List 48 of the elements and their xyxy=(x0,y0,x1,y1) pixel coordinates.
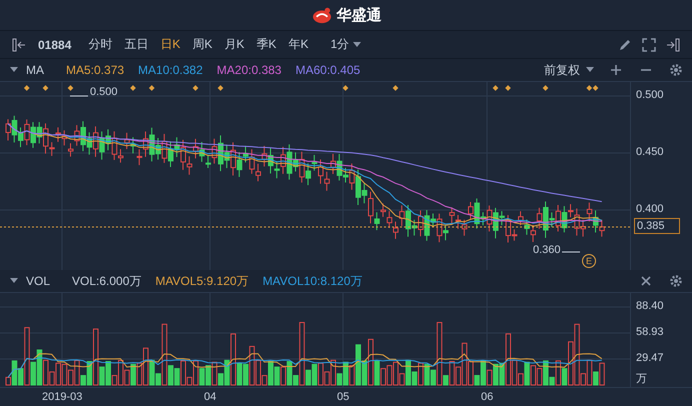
period-tab[interactable]: 日K xyxy=(155,34,186,55)
logo-icon xyxy=(310,6,332,24)
volume-axis-label: 88.40 xyxy=(636,300,664,312)
indicator-value: MAVOL5:9.120万 xyxy=(155,272,249,290)
pencil-icon[interactable] xyxy=(618,38,632,52)
interval-dropdown[interactable]: 1分 xyxy=(325,34,366,55)
period-tab[interactable]: 季K xyxy=(251,34,282,55)
period-tab[interactable]: 年K xyxy=(283,34,314,55)
close-icon[interactable] xyxy=(639,274,653,288)
indicator-name: MA xyxy=(26,63,44,77)
date-axis-label: 05 xyxy=(337,391,350,403)
indicator-value: MA5:0.373 xyxy=(66,63,124,77)
indicator-value: MAVOL10:8.120万 xyxy=(262,272,362,290)
settings-icon[interactable] xyxy=(669,63,683,77)
volume-axis-label: 58.93 xyxy=(636,326,664,338)
app-title: 华盛通 xyxy=(336,6,382,24)
caret-icon xyxy=(586,67,594,73)
indicator-value: MA10:0.382 xyxy=(138,63,203,77)
adjust-dropdown[interactable]: 前复权 xyxy=(544,62,594,78)
indicator-value: MA60:0.405 xyxy=(295,63,360,77)
indicator-value: MA20:0.383 xyxy=(216,63,282,77)
event-badge[interactable]: E xyxy=(582,254,596,268)
low-price-label: 0.360 xyxy=(533,244,561,256)
volume-unit-label: 万 xyxy=(636,372,647,386)
date-axis-label: 2019-03 xyxy=(42,391,82,403)
period-tab[interactable]: 周K xyxy=(187,34,218,55)
period-tab[interactable]: 月K xyxy=(219,34,250,55)
collapse-panel-icon[interactable] xyxy=(12,38,26,52)
caret-icon xyxy=(353,42,362,48)
period-tab[interactable]: 分时 xyxy=(83,34,118,55)
exit-panel-icon[interactable] xyxy=(666,38,680,52)
settings-icon[interactable] xyxy=(669,274,683,288)
volume-axis-label: 29.47 xyxy=(636,352,664,364)
price-axis-label: 0.450 xyxy=(636,146,664,158)
indicator-name: VOL xyxy=(26,274,50,288)
high-price-label: 0.500 xyxy=(90,86,118,98)
current-price-label: 0.385 xyxy=(634,218,680,234)
indicator-value: VOL:6.000万 xyxy=(72,272,142,290)
date-axis-label: 06 xyxy=(481,391,494,403)
period-tab[interactable]: 五日 xyxy=(119,34,154,55)
date-axis-label: 04 xyxy=(204,391,216,403)
caret-icon[interactable] xyxy=(10,278,18,284)
plus-icon[interactable] xyxy=(609,63,623,77)
stock-code: 01884 xyxy=(38,38,72,52)
caret-icon[interactable] xyxy=(10,67,18,73)
price-axis-label: 0.500 xyxy=(636,89,664,101)
fullscreen-icon[interactable] xyxy=(642,38,656,52)
price-axis-label: 0.400 xyxy=(636,203,664,215)
